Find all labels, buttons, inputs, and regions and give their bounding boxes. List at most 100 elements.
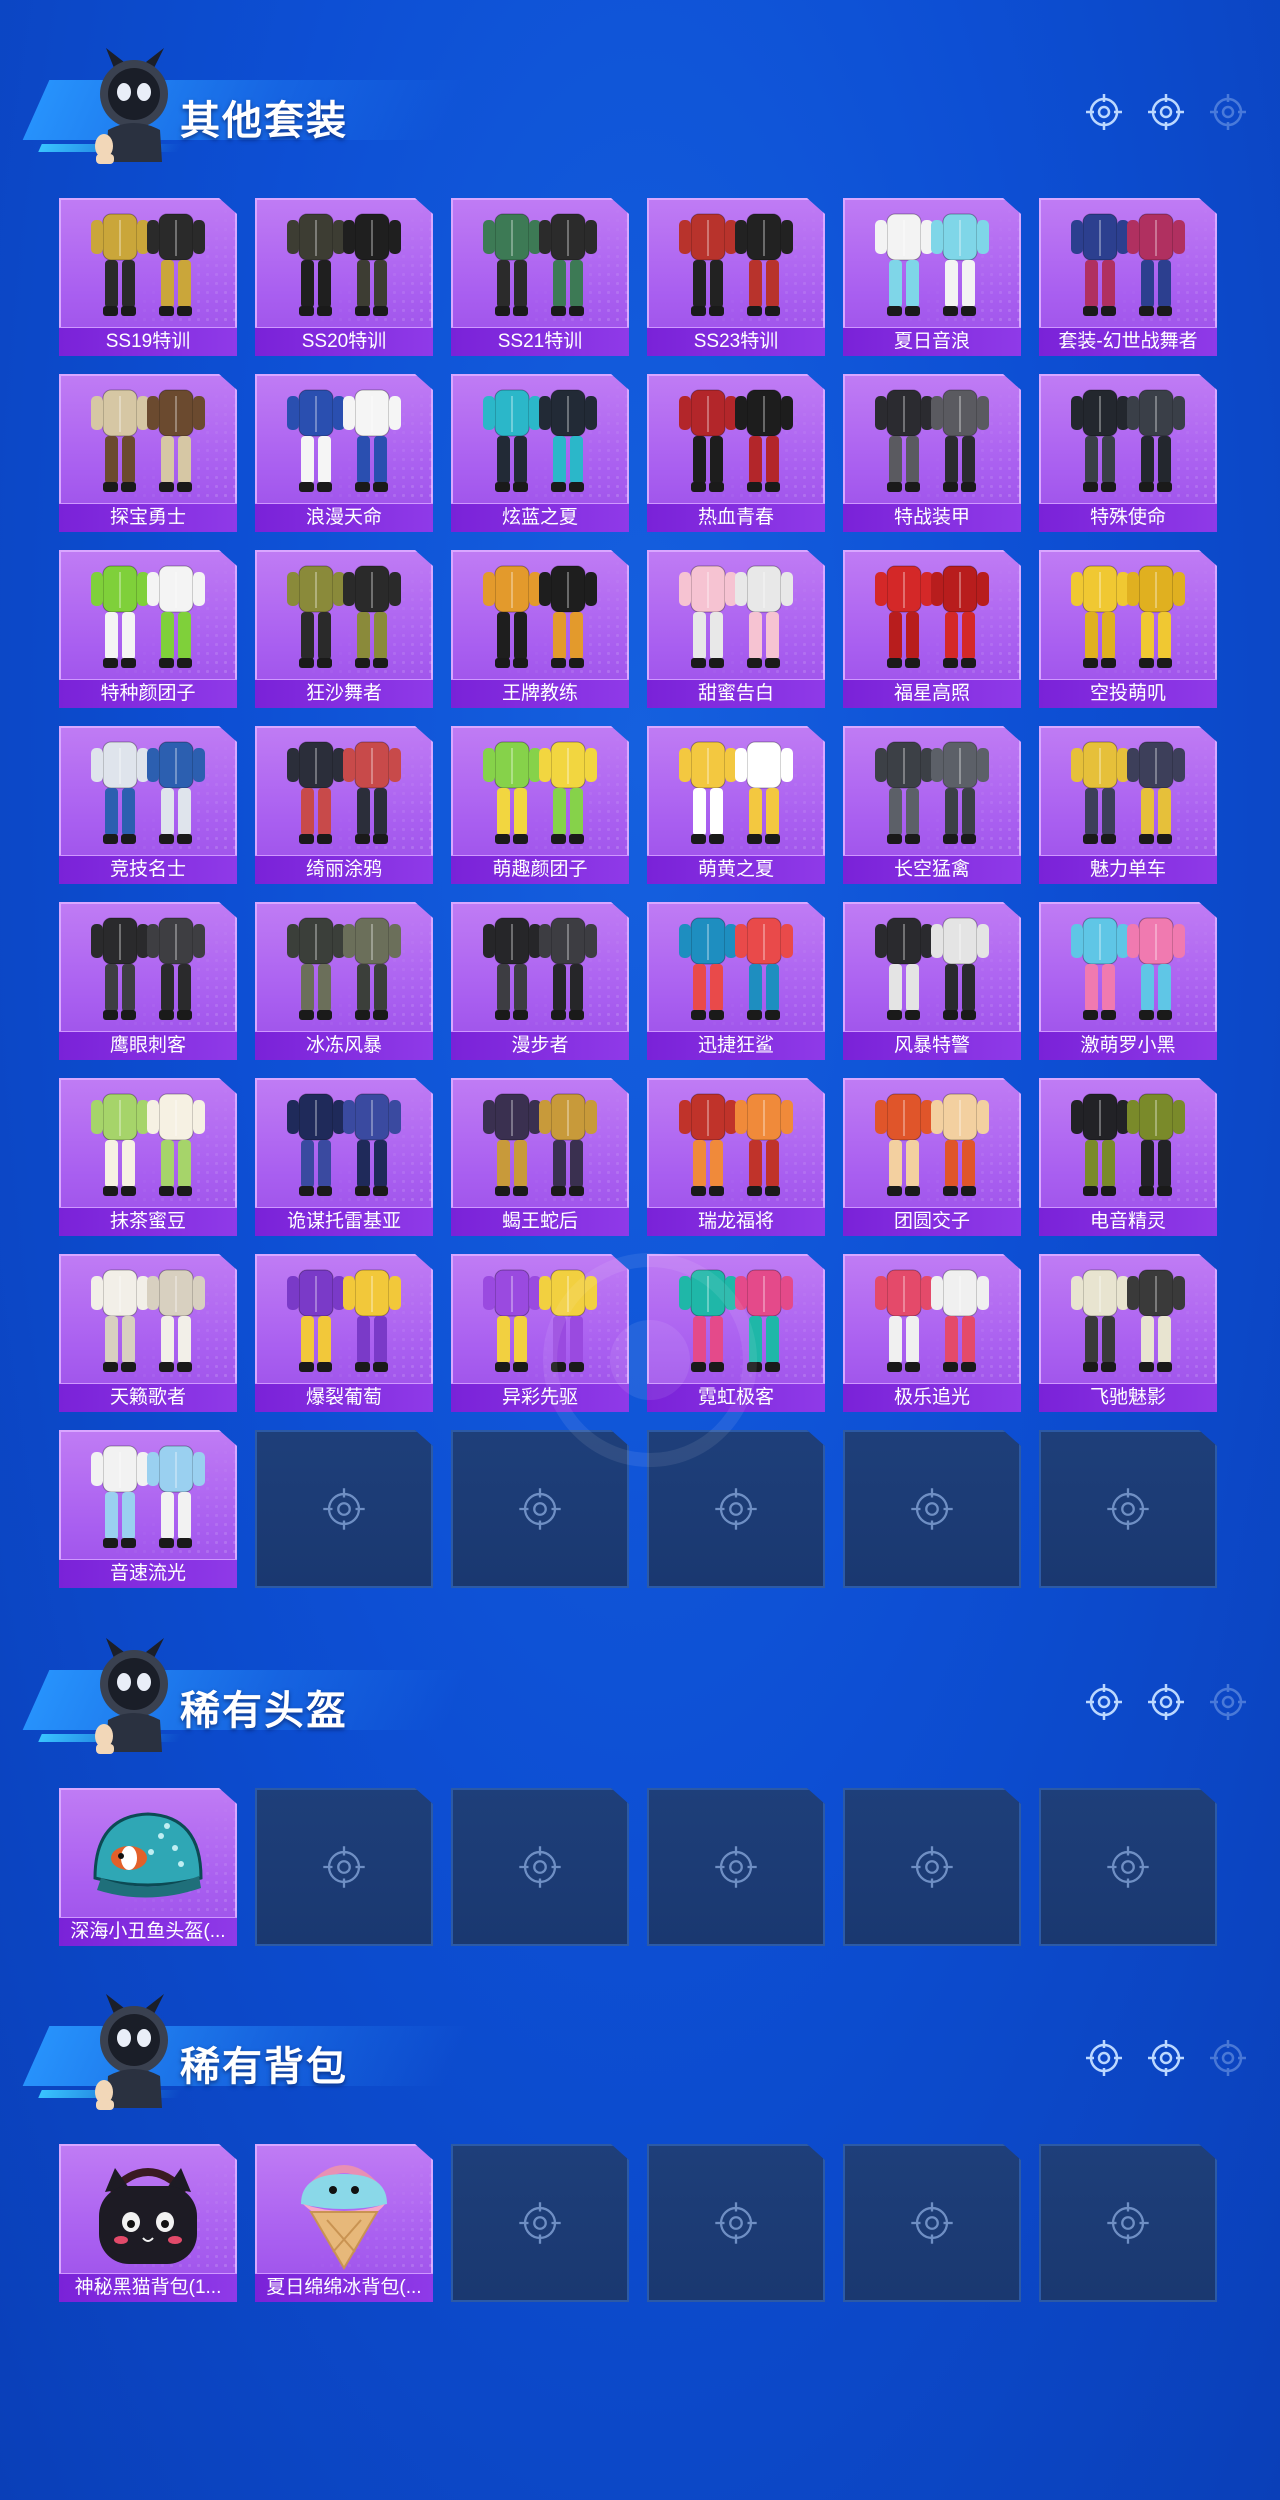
outfit-image [875, 389, 989, 492]
section-other-outfits: 其他套装 SS19特训 SS20特训 SS21特训 SS23特训 夏日音浪 套装-幻世战舞… [0, 46, 1280, 1588]
item-label: 抹茶蜜豆 [59, 1207, 237, 1236]
item-card[interactable]: 飞驰魅影 [1039, 1254, 1217, 1412]
item-card[interactable]: 爆裂葡萄 [255, 1254, 433, 1412]
item-card[interactable]: 福星高照 [843, 550, 1021, 708]
crosshair-icon [1210, 94, 1246, 130]
empty-slot [647, 1788, 825, 1946]
item-card[interactable]: 甜蜜告白 [647, 550, 825, 708]
item-card[interactable]: 夏日绵绵冰背包(... [255, 2144, 433, 2302]
item-card[interactable]: 狂沙舞者 [255, 550, 433, 708]
item-card[interactable]: 炫蓝之夏 [451, 374, 629, 532]
item-card[interactable]: 特殊使命 [1039, 374, 1217, 532]
outfit-image [1071, 565, 1185, 668]
empty-slot [255, 1788, 433, 1946]
outfit-image [287, 389, 401, 492]
item-card[interactable]: 萌黄之夏 [647, 726, 825, 884]
crosshair-icon [1210, 1684, 1246, 1720]
item-card[interactable]: 极乐追光 [843, 1254, 1021, 1412]
section-header: 稀有头盔 [0, 1636, 1280, 1776]
item-label: SS20特训 [255, 327, 433, 356]
empty-slot [1039, 2144, 1217, 2302]
item-label: 特战装甲 [843, 503, 1021, 532]
item-card[interactable]: 电音精灵 [1039, 1078, 1217, 1236]
outfit-image [875, 213, 989, 316]
item-label: 神秘黑猫背包(1... [59, 2273, 237, 2302]
item-label: 热血青春 [647, 503, 825, 532]
item-label: 王牌教练 [451, 679, 629, 708]
item-label: 迅捷狂鲨 [647, 1031, 825, 1060]
outfit-image [483, 389, 597, 492]
empty-slot [1039, 1788, 1217, 1946]
item-card[interactable]: 深海小丑鱼头盔(... [59, 1788, 237, 1946]
mascot-icon [95, 1994, 168, 2110]
crosshair-icon [1086, 1684, 1122, 1720]
item-card[interactable]: 浪漫天命 [255, 374, 433, 532]
item-label: SS23特训 [647, 327, 825, 356]
item-label: 炫蓝之夏 [451, 503, 629, 532]
outfit-image [287, 741, 401, 844]
outfit-image [875, 565, 989, 668]
item-card[interactable]: 迅捷狂鲨 [647, 902, 825, 1060]
outfit-image [679, 1093, 793, 1196]
item-label: SS21特训 [451, 327, 629, 356]
section-header: 其他套装 [0, 46, 1280, 186]
item-label: 萌黄之夏 [647, 855, 825, 884]
crosshair-icon [519, 2202, 561, 2244]
outfit-image [483, 917, 597, 1020]
item-card[interactable]: 冰冻风暴 [255, 902, 433, 1060]
item-label: 激萌罗小黑 [1039, 1031, 1217, 1060]
item-label: 极乐追光 [843, 1383, 1021, 1412]
item-card[interactable]: SS21特训 [451, 198, 629, 356]
item-card[interactable]: SS19特训 [59, 198, 237, 356]
item-grid: 深海小丑鱼头盔(... [59, 1788, 1221, 1946]
outfit-image [679, 213, 793, 316]
item-card[interactable]: 绮丽涂鸦 [255, 726, 433, 884]
item-card[interactable]: 特战装甲 [843, 374, 1021, 532]
empty-slot [647, 2144, 825, 2302]
item-label: 浪漫天命 [255, 503, 433, 532]
item-card[interactable]: 空投萌叽 [1039, 550, 1217, 708]
empty-slot [451, 1788, 629, 1946]
item-label: 飞驰魅影 [1039, 1383, 1217, 1412]
item-card[interactable]: 竞技名士 [59, 726, 237, 884]
item-card[interactable]: 套装-幻世战舞者 [1039, 198, 1217, 356]
item-card[interactable]: SS23特训 [647, 198, 825, 356]
empty-slot [255, 1430, 433, 1588]
item-label: 瑞龙福将 [647, 1207, 825, 1236]
item-label: 爆裂葡萄 [255, 1383, 433, 1412]
item-card[interactable]: 团圆交子 [843, 1078, 1021, 1236]
crosshair-icon [1210, 2040, 1246, 2076]
item-label: 空投萌叽 [1039, 679, 1217, 708]
item-card[interactable]: SS20特训 [255, 198, 433, 356]
outfit-image [679, 741, 793, 844]
item-card[interactable]: 热血青春 [647, 374, 825, 532]
item-card[interactable]: 神秘黑猫背包(1... [59, 2144, 237, 2302]
crosshair-icon [1086, 94, 1122, 130]
item-card[interactable]: 王牌教练 [451, 550, 629, 708]
item-card[interactable]: 探宝勇士 [59, 374, 237, 532]
item-card[interactable]: 风暴特警 [843, 902, 1021, 1060]
crosshair-icon [715, 1846, 757, 1888]
item-card[interactable]: 夏日音浪 [843, 198, 1021, 356]
outfit-image [91, 1269, 205, 1372]
item-card[interactable]: 鹰眼刺客 [59, 902, 237, 1060]
empty-slot [1039, 1430, 1217, 1588]
item-card[interactable]: 萌趣颜团子 [451, 726, 629, 884]
item-card[interactable]: 瑞龙福将 [647, 1078, 825, 1236]
item-card[interactable]: 诡谋托雷基亚 [255, 1078, 433, 1236]
item-card[interactable]: 蝎王蛇后 [451, 1078, 629, 1236]
item-card[interactable]: 特种颜团子 [59, 550, 237, 708]
crosshair-icon [715, 1488, 757, 1530]
item-label: 长空猛禽 [843, 855, 1021, 884]
crosshair-icon [519, 1846, 561, 1888]
item-card[interactable]: 激萌罗小黑 [1039, 902, 1217, 1060]
item-card[interactable]: 天籁歌者 [59, 1254, 237, 1412]
item-card[interactable]: 魅力单车 [1039, 726, 1217, 884]
item-card[interactable]: 抹茶蜜豆 [59, 1078, 237, 1236]
outfit-image [875, 1093, 989, 1196]
item-card[interactable]: 漫步者 [451, 902, 629, 1060]
outfit-image [875, 1269, 989, 1372]
outfit-image [287, 1093, 401, 1196]
item-card[interactable]: 音速流光 [59, 1430, 237, 1588]
item-card[interactable]: 长空猛禽 [843, 726, 1021, 884]
